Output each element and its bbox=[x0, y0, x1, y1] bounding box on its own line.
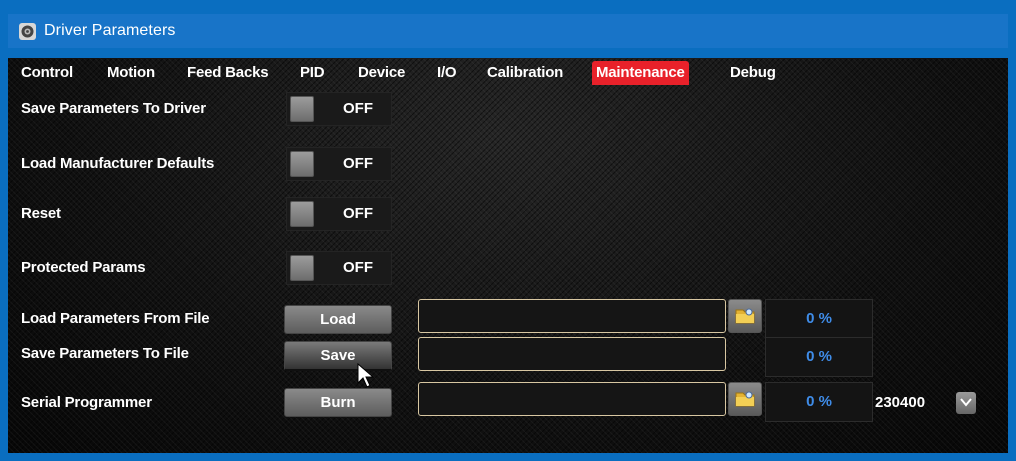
gear-icon bbox=[19, 23, 36, 40]
tab-calibration[interactable]: Calibration bbox=[483, 61, 567, 85]
serial-programmer-label: Serial Programmer bbox=[21, 394, 152, 411]
toggle-knob bbox=[290, 96, 314, 122]
chevron-down-icon bbox=[960, 398, 972, 407]
tab-control[interactable]: Control bbox=[17, 61, 77, 85]
baud-rate-dropdown[interactable] bbox=[956, 392, 976, 414]
tab-device[interactable]: Device bbox=[354, 61, 409, 85]
toggle-state: OFF bbox=[343, 205, 373, 222]
load-progress: 0 % bbox=[765, 299, 873, 339]
save-progress: 0 % bbox=[765, 337, 873, 377]
protected-params-toggle[interactable]: OFF bbox=[286, 251, 392, 285]
save-button[interactable]: Save bbox=[284, 341, 392, 371]
driver-parameters-window: Driver Parameters Control Motion Feed Ba… bbox=[0, 0, 1016, 461]
reset-toggle[interactable]: OFF bbox=[286, 197, 392, 231]
toggle-knob bbox=[290, 201, 314, 227]
tab-bar: Control Motion Feed Backs PID Device I/O… bbox=[8, 58, 1008, 86]
load-manufacturer-defaults-label: Load Manufacturer Defaults bbox=[21, 155, 215, 172]
burn-progress: 0 % bbox=[765, 382, 873, 422]
tab-pid[interactable]: PID bbox=[296, 61, 328, 85]
tab-feed-backs[interactable]: Feed Backs bbox=[183, 61, 272, 85]
toggle-state: OFF bbox=[343, 155, 373, 172]
firmware-file-path-field[interactable] bbox=[418, 382, 726, 416]
protected-params-label: Protected Params bbox=[21, 259, 146, 276]
folder-icon bbox=[735, 308, 755, 324]
load-browse-folder-button[interactable] bbox=[728, 299, 762, 333]
tab-motion[interactable]: Motion bbox=[103, 61, 159, 85]
toggle-state: OFF bbox=[343, 100, 373, 117]
load-parameters-from-file-label: Load Parameters From File bbox=[21, 310, 210, 327]
tab-debug[interactable]: Debug bbox=[726, 61, 780, 85]
baud-rate-value[interactable]: 230400 bbox=[875, 394, 925, 411]
toggle-knob bbox=[290, 151, 314, 177]
mouse-cursor-icon bbox=[357, 363, 375, 388]
save-parameters-to-file-label: Save Parameters To File bbox=[21, 345, 189, 362]
tab-io[interactable]: I/O bbox=[433, 61, 460, 85]
save-parameters-to-driver-toggle[interactable]: OFF bbox=[286, 92, 392, 126]
reset-label: Reset bbox=[21, 205, 61, 222]
title-bar: Driver Parameters bbox=[8, 14, 1008, 48]
save-parameters-to-driver-label: Save Parameters To Driver bbox=[21, 100, 206, 117]
save-file-path-field[interactable] bbox=[418, 337, 726, 371]
load-button[interactable]: Load bbox=[284, 305, 392, 334]
folder-icon bbox=[735, 391, 755, 407]
burn-button[interactable]: Burn bbox=[284, 388, 392, 417]
tab-maintenance[interactable]: Maintenance bbox=[592, 61, 689, 85]
window-title: Driver Parameters bbox=[44, 22, 176, 39]
toggle-state: OFF bbox=[343, 259, 373, 276]
load-file-path-field[interactable] bbox=[418, 299, 726, 333]
firmware-browse-folder-button[interactable] bbox=[728, 382, 762, 416]
maintenance-panel: Control Motion Feed Backs PID Device I/O… bbox=[8, 58, 1008, 453]
load-manufacturer-defaults-toggle[interactable]: OFF bbox=[286, 147, 392, 181]
toggle-knob bbox=[290, 255, 314, 281]
